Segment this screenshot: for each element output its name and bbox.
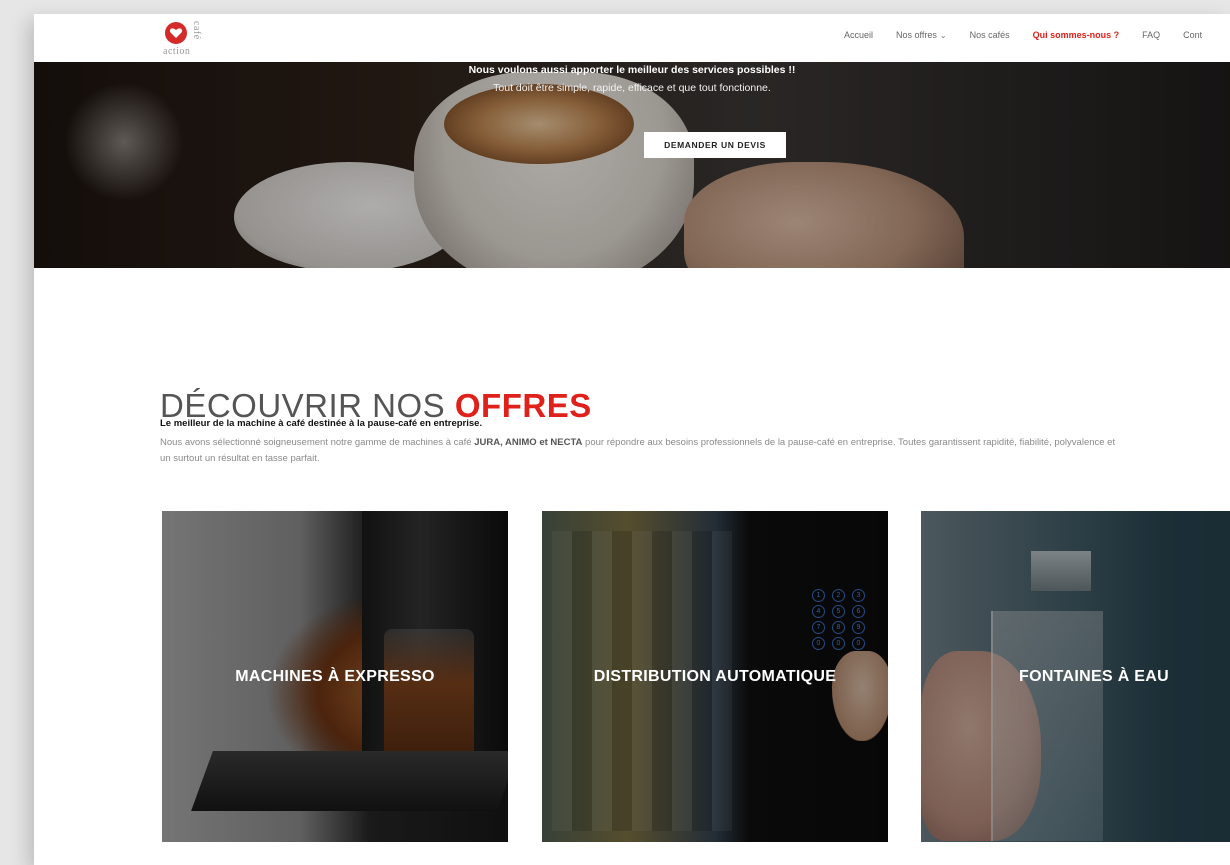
hero-headline: Nous voulons aussi apporter le meilleur …: [468, 64, 796, 76]
logo-word-cafe: café: [191, 21, 202, 40]
offer-card-label: FONTAINES À EAU: [1019, 667, 1169, 685]
request-quote-button[interactable]: DEMANDER UN DEVIS: [644, 132, 786, 158]
offer-card-expresso[interactable]: MACHINES À EXPRESSO: [162, 511, 508, 842]
nav-item-nos-cafes[interactable]: Nos cafés: [970, 30, 1010, 40]
heart-hand-icon: [165, 22, 187, 44]
nav-item-contact[interactable]: Cont: [1183, 30, 1202, 40]
offers-description: Nous avons sélectionné soigneusement not…: [160, 435, 1120, 467]
offer-card-label: MACHINES À EXPRESSO: [235, 667, 435, 685]
offers-lead: Le meilleur de la machine à café destiné…: [160, 418, 483, 429]
site-logo[interactable]: café action: [162, 20, 212, 58]
offer-card-fontaines[interactable]: FONTAINES À EAU: [921, 511, 1230, 842]
site-header: café action Accueil Nos offres ⌄ Nos café…: [34, 14, 1230, 62]
main-nav: Accueil Nos offres ⌄ Nos cafés Qui sommes…: [844, 30, 1225, 40]
hero-banner: Nous voulons aussi apporter le meilleur …: [34, 62, 1230, 268]
nav-item-accueil[interactable]: Accueil: [844, 30, 873, 40]
nav-item-qui-sommes-nous[interactable]: Qui sommes-nous ?: [1033, 30, 1120, 40]
nav-item-nos-offres[interactable]: Nos offres ⌄: [896, 30, 947, 40]
offers-desc-before: Nous avons sélectionné soigneusement not…: [160, 437, 475, 448]
offer-card-label: DISTRIBUTION AUTOMATIQUE: [593, 667, 837, 685]
nav-item-faq[interactable]: FAQ: [1142, 30, 1160, 40]
logo-word-action: action: [163, 46, 191, 57]
nav-item-nos-offres-label: Nos offres: [896, 30, 937, 40]
offers-desc-brands: JURA, ANIMO et NECTA: [474, 437, 583, 448]
offer-card-distribution[interactable]: 1 2 3 4 5 6 7 8 9 0 0 0 DISTRIBUTION AUT…: [542, 511, 888, 842]
browser-page: café action Accueil Nos offres ⌄ Nos café…: [34, 14, 1230, 865]
chevron-down-icon: ⌄: [939, 31, 947, 40]
hero-subline: Tout doit être simple, rapide, efficace …: [493, 82, 771, 94]
